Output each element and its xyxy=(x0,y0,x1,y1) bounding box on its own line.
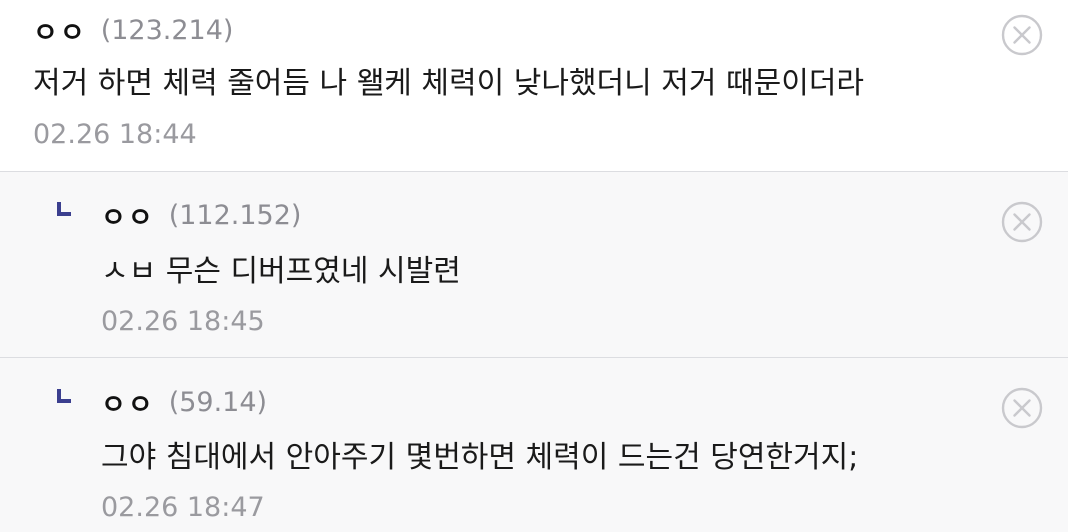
comment-nickname[interactable]: ㅇㅇ xyxy=(101,383,155,422)
comment-date: 02.26 18:47 xyxy=(101,492,265,523)
comment-date: 02.26 18:44 xyxy=(33,119,197,150)
comment-author-line: ㅇㅇ (123.214) xyxy=(33,11,234,50)
comment-text: ㅅㅂ 무슨 디버프였네 시발련 xyxy=(101,254,461,289)
delete-icon xyxy=(1001,14,1043,56)
reply-comment-item: ㅇㅇ (59.14) 그야 침대에서 안아주기 몇번하면 체력이 드는건 당연한… xyxy=(0,358,1068,532)
comment-item: ㅇㅇ (123.214) 저거 하면 체력 줄어듬 나 왤케 체력이 낮나했더니… xyxy=(0,0,1068,172)
delete-button[interactable] xyxy=(1001,14,1043,56)
comment-date: 02.26 18:45 xyxy=(101,306,265,337)
comment-ip: (59.14) xyxy=(168,386,268,418)
reply-arrow-icon xyxy=(57,202,71,216)
comment-ip: (123.214) xyxy=(100,14,234,46)
comment-author-line: ㅇㅇ (112.152) xyxy=(101,196,302,235)
delete-button[interactable] xyxy=(1001,201,1043,243)
comment-author-line: ㅇㅇ (59.14) xyxy=(101,383,268,422)
reply-arrow-icon xyxy=(57,389,71,403)
comment-nickname[interactable]: ㅇㅇ xyxy=(101,196,155,235)
comment-text: 저거 하면 체력 줄어듬 나 왤케 체력이 낮나했더니 저거 때문이더라 xyxy=(33,66,865,101)
delete-icon xyxy=(1001,201,1043,243)
comment-ip: (112.152) xyxy=(168,199,302,231)
reply-comment-item: ㅇㅇ (112.152) ㅅㅂ 무슨 디버프였네 시발련 02.26 18:45 xyxy=(0,172,1068,358)
comment-nickname[interactable]: ㅇㅇ xyxy=(33,11,87,50)
delete-icon xyxy=(1001,387,1043,429)
delete-button[interactable] xyxy=(1001,387,1043,429)
comment-text: 그야 침대에서 안아주기 몇번하면 체력이 드는건 당연한거지; xyxy=(101,440,859,475)
